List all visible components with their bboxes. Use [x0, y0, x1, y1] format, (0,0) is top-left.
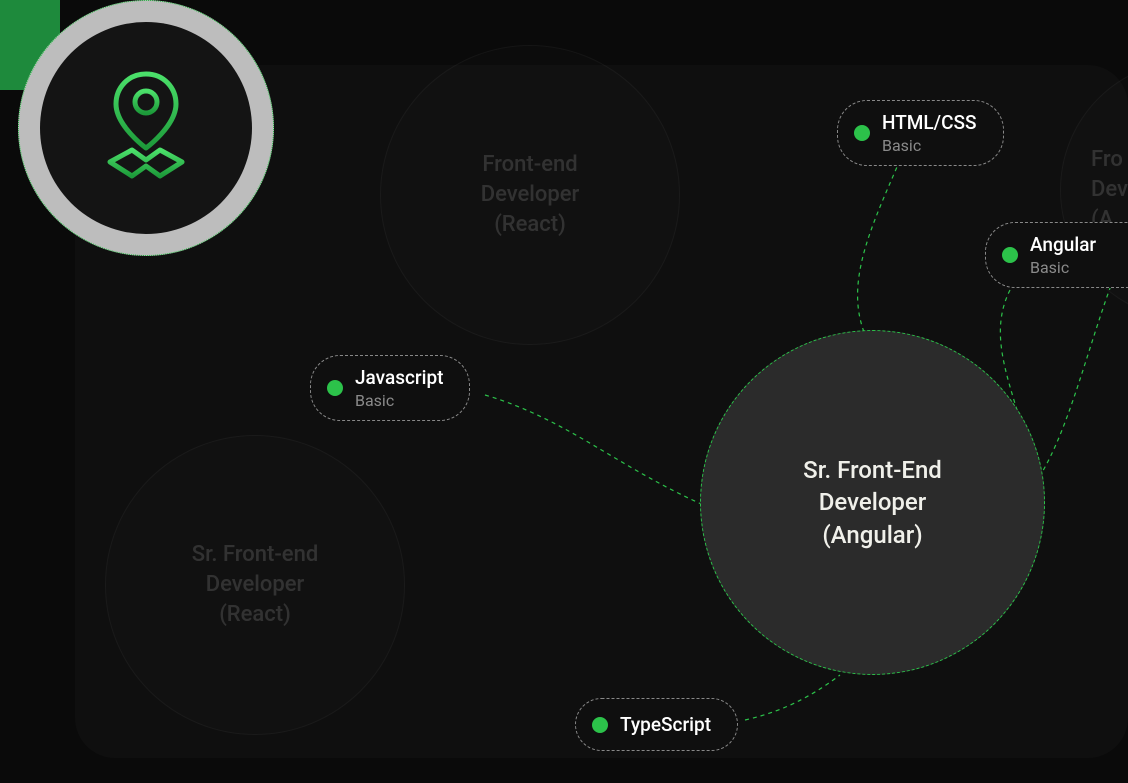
skill-level: Basic — [882, 136, 977, 155]
status-dot-icon — [1002, 247, 1018, 263]
skill-name: Angular — [1030, 233, 1096, 256]
skill-name: Javascript — [355, 366, 443, 389]
role-node-faded-top: Front-end Developer (React) — [380, 45, 680, 345]
role-label: Sr. Front-End Developer (Angular) — [803, 454, 942, 551]
status-dot-icon — [854, 125, 870, 141]
icon-badge[interactable] — [40, 22, 252, 234]
role-node-faded-left: Sr. Front-end Developer (React) — [105, 435, 405, 735]
skill-name: TypeScript — [620, 713, 711, 736]
role-label: Sr. Front-end Developer (React) — [192, 540, 318, 629]
role-node-main[interactable]: Sr. Front-End Developer (Angular) — [700, 330, 1045, 675]
map-pin-icon — [96, 66, 196, 190]
status-dot-icon — [592, 717, 608, 733]
skill-pill-angular[interactable]: Angular Basic — [985, 222, 1128, 288]
status-dot-icon — [327, 380, 343, 396]
skill-level: Basic — [355, 391, 443, 410]
skill-pill-javascript[interactable]: Javascript Basic — [310, 355, 470, 421]
skill-name: HTML/CSS — [882, 111, 977, 134]
skill-level: Basic — [1030, 258, 1096, 277]
role-label: Front-end Developer (React) — [481, 150, 580, 239]
skill-pill-htmlcss[interactable]: HTML/CSS Basic — [837, 100, 1004, 166]
skill-pill-typescript[interactable]: TypeScript — [575, 698, 738, 751]
